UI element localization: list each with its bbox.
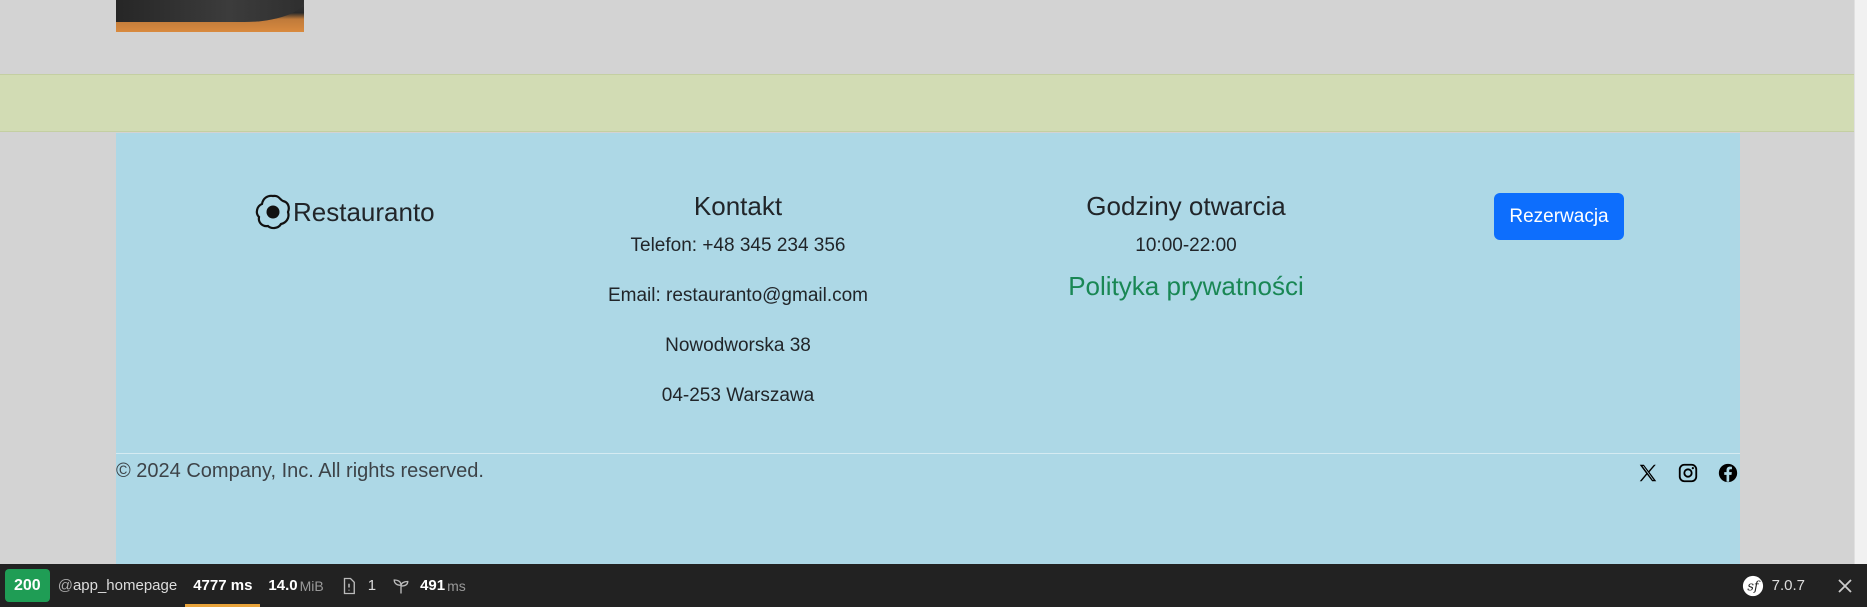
social-links [1636, 461, 1740, 485]
contact-column: Kontakt Telefon: +48 345 234 356 Email: … [556, 191, 920, 421]
route-prefix: @ [57, 577, 73, 594]
route-name[interactable]: @ app_homepage [50, 564, 186, 607]
close-icon [1838, 578, 1852, 593]
copyright-text: © 2024 Company, Inc. All rights reserved… [116, 460, 484, 482]
close-toolbar-button[interactable] [1823, 564, 1867, 607]
privacy-policy-link[interactable]: Polityka prywatności [1068, 271, 1304, 302]
memory-usage[interactable]: 14.0 MiB [260, 564, 331, 607]
contact-heading: Kontakt [693, 191, 783, 221]
hours-value: 10:00-22:00 [1135, 235, 1237, 256]
memory-value: 14.0 [268, 577, 298, 594]
status-code-badge[interactable]: 200 [5, 569, 50, 602]
hours-column: Godziny otwarcia 10:00-22:00 Polityka pr… [986, 191, 1386, 302]
symfony-logo-icon: sf [1742, 575, 1763, 596]
scrollbar[interactable] [1854, 0, 1867, 564]
logs-count: 1 [367, 577, 377, 594]
reservation-button[interactable]: Rezerwacja [1494, 193, 1624, 240]
twig-time-value: 491 [420, 577, 446, 594]
footer: Restauranto Kontakt Telefon: +48 345 234… [116, 133, 1740, 564]
contact-phone: Telefon: +48 345 234 356 [630, 235, 846, 256]
instagram-icon[interactable] [1676, 461, 1700, 485]
contact-street: Nowodworska 38 [665, 335, 811, 356]
log-file-icon [343, 577, 355, 594]
contact-email: Email: restauranto@gmail.com [607, 285, 869, 306]
twig-panel[interactable]: 491 ms [384, 564, 474, 607]
brand-name: Restauranto [293, 196, 435, 227]
symfony-debug-toolbar: 200 @ app_homepage 4777 ms 14.0 MiB 1 491 m… [0, 564, 1867, 607]
logs-panel[interactable]: 1 [332, 564, 384, 607]
hours-heading: Godziny otwarcia [1086, 191, 1286, 221]
symfony-version[interactable]: sf 7.0.7 [1734, 564, 1813, 607]
food-image [116, 0, 304, 32]
request-time[interactable]: 4777 ms [185, 564, 261, 607]
route-label: app_homepage [72, 577, 178, 594]
green-band [0, 74, 1855, 132]
footer-brand[interactable]: Restauranto [253, 192, 435, 232]
twig-leaf-icon [393, 578, 409, 593]
facebook-icon[interactable] [1716, 461, 1740, 485]
twig-time-unit: ms [447, 577, 466, 594]
symfony-version-label: 7.0.7 [1771, 577, 1805, 594]
x-icon[interactable] [1636, 461, 1660, 485]
contact-city: 04-253 Warszawa [661, 385, 815, 406]
restaurant-logo-icon [255, 194, 290, 230]
footer-divider [116, 453, 1740, 454]
memory-unit: MiB [299, 577, 324, 594]
